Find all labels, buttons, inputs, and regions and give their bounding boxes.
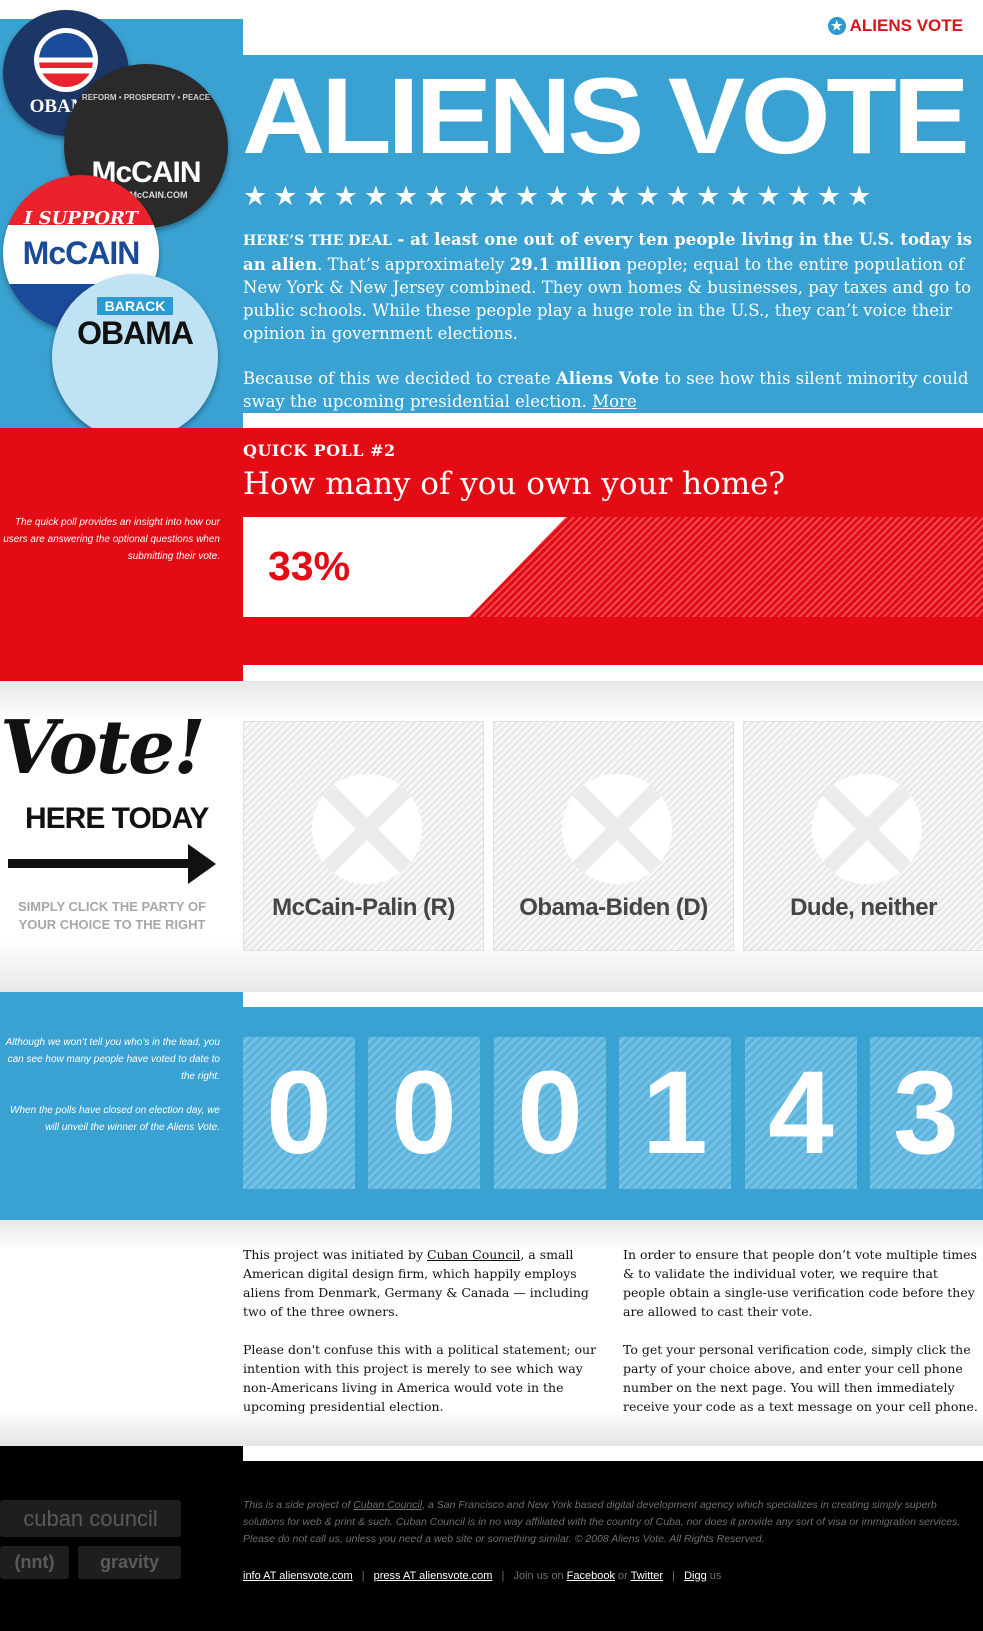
footer-links: info AT aliensvote.com | press AT aliens… [243,1570,722,1582]
page-title: ALIENS VOTE [242,55,970,176]
poll-question: How many of you own your home? [243,466,786,502]
footer-text: This is a side project of Cuban Council,… [243,1499,961,1545]
poll-kicker: QUICK POLL #2 [243,441,396,460]
about-left-column: This project was initiated by Cuban Coun… [243,1247,597,1414]
cuban-council-logo[interactable]: cuban council [0,1500,181,1537]
counter-description: Although we won’t tell you who’s in the … [5,1037,220,1133]
brand-logo[interactable]: ★ ALIENS VOTE [827,16,963,36]
poll-result-value: 33% [268,543,351,589]
vote-subheading: HERE TODAY [25,802,209,835]
counter-digit: 3 [870,1037,982,1189]
x-mark-icon [312,774,422,884]
nnt-logo[interactable]: (nnt) [0,1546,69,1579]
vote-heading: Vote! [0,705,206,791]
vote-button-label: Dude, neither [790,894,937,921]
arrow-right-icon [8,859,193,868]
arrow-head-icon [188,844,216,884]
vote-button-mccain-palin[interactable]: McCain-Palin (R) [243,721,484,951]
poll-description: The quick poll provides an insight into … [3,517,220,562]
gravity-logo[interactable]: gravity [78,1546,181,1579]
counter-digit: 0 [494,1037,606,1189]
press-email-link[interactable]: press AT aliensvote.com [374,1570,493,1582]
facebook-link[interactable]: Facebook [567,1570,615,1582]
footer-cuban-council-link[interactable]: Cuban Council [353,1499,422,1511]
vote-button-obama-biden[interactable]: Obama-Biden (D) [493,721,734,951]
vote-button-label: McCain-Palin (R) [272,894,455,921]
counter-digit: 1 [619,1037,731,1189]
x-mark-icon [812,774,922,884]
twitter-link[interactable]: Twitter [631,1570,663,1582]
more-link[interactable]: More [592,392,636,411]
counter-digit: 4 [745,1037,857,1189]
cuban-council-link[interactable]: Cuban Council [427,1247,520,1262]
vote-button-label: Obama-Biden (D) [519,894,708,921]
counter-digit: 0 [243,1037,355,1189]
x-mark-icon [562,774,672,884]
about-right-column: In order to ensure that people don’t vot… [623,1247,978,1414]
obama-logo-icon [34,28,98,92]
counter-digit: 0 [368,1037,480,1189]
info-email-link[interactable]: info AT aliensvote.com [243,1570,353,1582]
footer-top-notch [243,1446,983,1461]
intro-text: HERE’S THE DEAL - at least one out of ev… [243,230,973,411]
vote-hint: SIMPLY CLICK THE PARTY OF YOUR CHOICE TO… [17,899,207,932]
vote-button-neither[interactable]: Dude, neither [743,721,983,951]
digg-link[interactable]: Digg [684,1570,707,1582]
star-divider: ★★★★★★★★★★★★★★★★★★★★★ [243,183,878,210]
counter-top-notch [243,992,983,1007]
star-icon: ★ [827,17,846,35]
brand-name: ALIENS VOTE [849,16,963,35]
barack-obama-button-image: BARACK OBAMA [52,274,218,440]
poll-bottom-notch [243,665,983,681]
